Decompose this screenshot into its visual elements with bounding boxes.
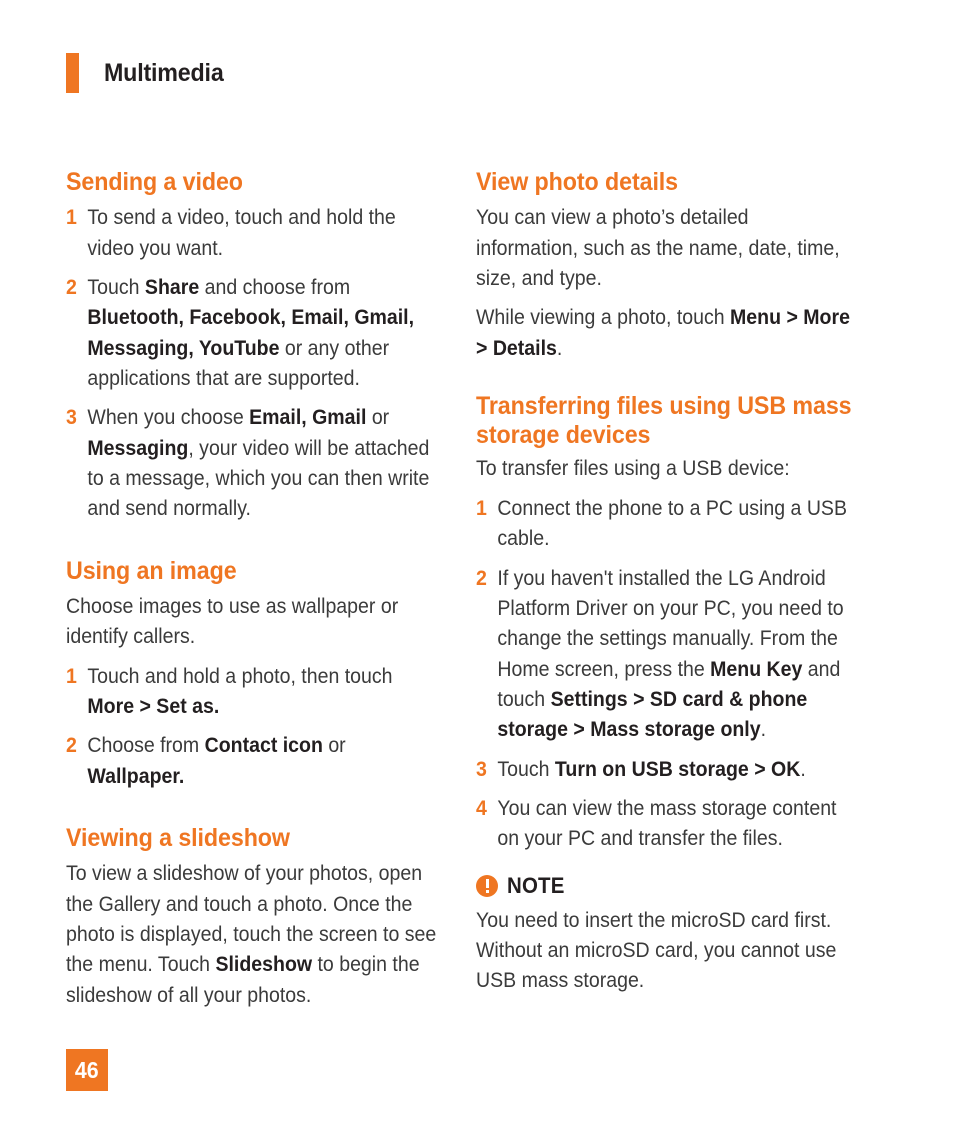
step-number: 1 xyxy=(66,206,77,230)
step-text: To send a video, touch and hold the vide… xyxy=(87,206,396,260)
paragraph-using-an-image-intro: Choose images to use as wallpaper or ide… xyxy=(66,594,399,649)
step-number: 3 xyxy=(476,757,487,781)
step-number: 2 xyxy=(66,734,77,758)
heading-viewing-a-slideshow: Viewing a slideshow xyxy=(66,824,290,852)
step-number: 2 xyxy=(476,566,487,590)
paragraph-usb-intro: To transfer files using a USB device: xyxy=(476,457,790,481)
steps-sending-a-video: 1 To send a video, touch and hold the vi… xyxy=(66,203,444,524)
step-number: 1 xyxy=(476,496,487,520)
list-item: 3 When you choose Email, Gmail or Messag… xyxy=(66,403,444,524)
paragraph-photo-details-1: You can view a photo’s detailed informat… xyxy=(476,206,840,290)
list-item: 4 You can view the mass storage content … xyxy=(476,794,854,855)
page-number: 46 xyxy=(75,1056,99,1083)
step-text: Touch Share and choose from Bluetooth, F… xyxy=(87,275,415,390)
page-number-badge: 46 xyxy=(66,1049,108,1091)
step-text: You can view the mass storage content on… xyxy=(497,796,837,851)
heading-view-photo-details: View photo details xyxy=(476,168,679,196)
step-text: Touch Turn on USB storage > OK. xyxy=(497,757,806,781)
heading-using-an-image: Using an image xyxy=(66,556,237,585)
list-item: 3 Touch Turn on USB storage > OK. xyxy=(476,755,854,785)
running-header: Multimedia xyxy=(66,52,233,94)
exclamation-circle-icon xyxy=(476,874,498,897)
steps-using-an-image: 1 Touch and hold a photo, then touch Mor… xyxy=(66,662,444,792)
list-item: 1 To send a video, touch and hold the vi… xyxy=(66,203,444,264)
step-number: 1 xyxy=(66,664,77,688)
list-item: 2 Touch Share and choose from Bluetooth,… xyxy=(66,273,444,394)
note-label: NOTE xyxy=(507,872,565,898)
step-text: Connect the phone to a PC using a USB ca… xyxy=(497,496,847,551)
heading-transferring-files-usb: Transferring files using USB mass storag… xyxy=(476,391,852,450)
step-text: Touch and hold a photo, then touch More … xyxy=(87,664,393,718)
list-item: 1 Connect the phone to a PC using a USB … xyxy=(476,494,854,555)
right-column: View photo details You can view a photo’… xyxy=(476,168,854,997)
manual-page: Multimedia Sending a video 1 To send a v… xyxy=(0,0,954,1145)
heading-sending-a-video: Sending a video xyxy=(66,168,243,196)
steps-transferring-files-usb: 1 Connect the phone to a PC using a USB … xyxy=(476,494,854,855)
step-text: When you choose Email, Gmail or Messagin… xyxy=(87,406,430,521)
list-item: 2 Choose from Contact icon or Wallpaper. xyxy=(66,731,444,792)
step-number: 4 xyxy=(476,796,487,820)
step-text: If you haven't installed the LG Android … xyxy=(497,566,844,742)
page-title: Multimedia xyxy=(104,58,224,87)
paragraph-viewing-a-slideshow: To view a slideshow of your photos, open… xyxy=(66,862,437,1007)
paragraph-note-body: You need to insert the microSD card firs… xyxy=(476,908,837,993)
header-accent-bar xyxy=(66,53,79,93)
step-number: 2 xyxy=(66,275,77,299)
paragraph-photo-details-2: While viewing a photo, touch Menu > More… xyxy=(476,306,850,360)
step-number: 3 xyxy=(66,406,77,430)
left-column: Sending a video 1 To send a video, touch… xyxy=(66,168,444,1011)
list-item: 2 If you haven't installed the LG Androi… xyxy=(476,564,854,746)
step-text: Choose from Contact icon or Wallpaper. xyxy=(87,734,346,788)
list-item: 1 Touch and hold a photo, then touch Mor… xyxy=(66,662,444,723)
note-heading: NOTE xyxy=(476,873,854,899)
